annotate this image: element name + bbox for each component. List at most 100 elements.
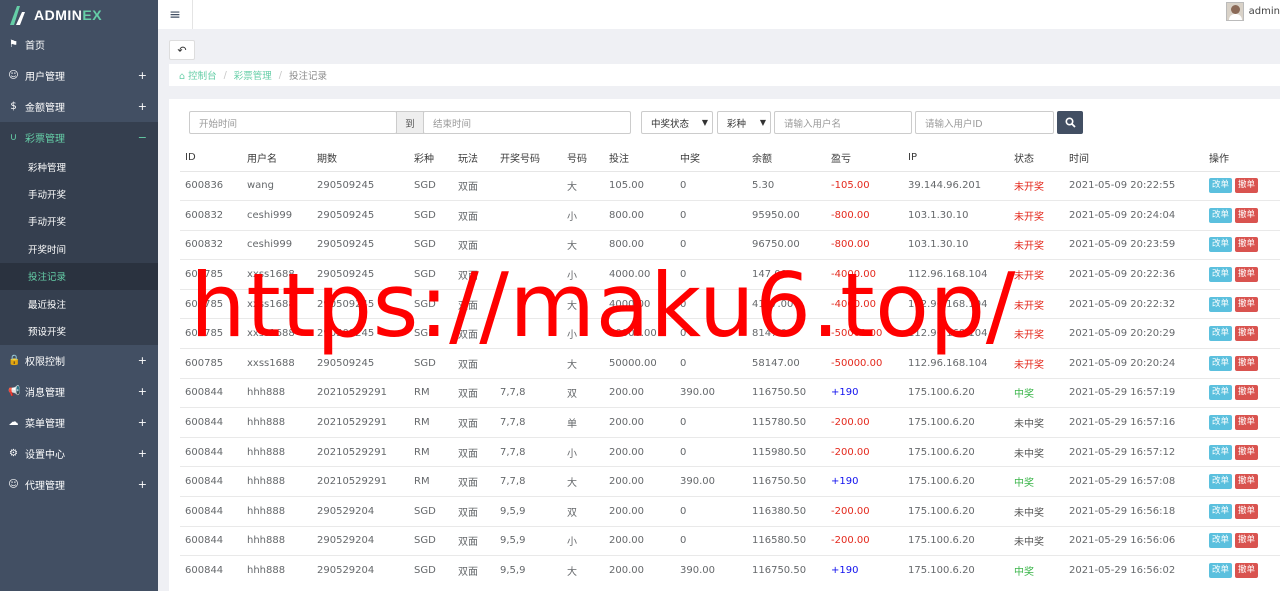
sidebar-item-4[interactable]: 🔒 权限控制 + bbox=[0, 345, 158, 376]
cancel-order-button[interactable]: 撤单 bbox=[1235, 267, 1259, 283]
column-header: 号码 bbox=[562, 144, 604, 172]
back-arrow-icon: ↶ bbox=[177, 43, 187, 57]
edit-order-button[interactable]: 改单 bbox=[1209, 444, 1233, 460]
bet-time-cell: 2021-05-09 20:20:29 bbox=[1064, 318, 1204, 349]
sidebar-item-2[interactable]: $ 金额管理 + bbox=[0, 91, 158, 122]
submenu-item[interactable]: 手动开奖 bbox=[0, 208, 158, 235]
edit-order-button[interactable]: 改单 bbox=[1209, 415, 1233, 431]
win-amount-cell: 390.00 bbox=[675, 466, 747, 497]
table-row: 600844 hhh888 20210529291 RM 双面 7,7,8 大 200.00 3… bbox=[180, 466, 1280, 497]
bet-id-cell: 600844 bbox=[180, 555, 242, 586]
menu-toggle-button[interactable]: ≡ bbox=[158, 0, 193, 29]
edit-order-button[interactable]: 改单 bbox=[1209, 355, 1233, 371]
sidebar-item-3[interactable]: ∪ 彩票管理 − bbox=[0, 122, 158, 153]
cancel-order-button[interactable]: 撤单 bbox=[1235, 207, 1259, 223]
profit-loss-cell: +190 bbox=[826, 466, 903, 497]
smile-icon: ☺ bbox=[8, 478, 19, 490]
sidebar-item-label: 彩票管理 bbox=[25, 134, 65, 145]
cancel-order-button[interactable]: 撤单 bbox=[1235, 237, 1259, 253]
sidebar-item-5[interactable]: 📢 消息管理 + bbox=[0, 376, 158, 407]
userid-search-input[interactable]: 请输入用户ID bbox=[915, 111, 1054, 134]
profit-loss-cell: -200.00 bbox=[826, 436, 903, 467]
bet-time-cell: 2021-05-09 20:22:32 bbox=[1064, 288, 1204, 319]
edit-order-button[interactable]: 改单 bbox=[1209, 563, 1233, 579]
status-cell: 中奖 bbox=[1009, 555, 1064, 586]
submenu-item[interactable]: 预设开奖 bbox=[0, 317, 158, 344]
draw-number-cell: 7,7,8 bbox=[495, 436, 562, 467]
actions-cell: 改单 撤单 bbox=[1204, 288, 1280, 319]
edit-order-button[interactable]: 改单 bbox=[1209, 385, 1233, 401]
cancel-order-button[interactable]: 撤单 bbox=[1235, 444, 1259, 460]
sidebar-item-label: 金额管理 bbox=[25, 103, 65, 114]
user-menu[interactable]: admin bbox=[1225, 2, 1280, 21]
username-search-input[interactable]: 请输入用户名 bbox=[774, 111, 912, 134]
lottery-type-cell: SGD bbox=[409, 555, 453, 586]
bet-id-cell: 600832 bbox=[180, 200, 242, 231]
edit-order-button[interactable]: 改单 bbox=[1209, 267, 1233, 283]
bet-time-cell: 2021-05-29 16:56:18 bbox=[1064, 496, 1204, 527]
edit-order-button[interactable]: 改单 bbox=[1209, 533, 1233, 549]
actions-cell: 改单 撤单 bbox=[1204, 229, 1280, 260]
issue-number-cell: 290529204 bbox=[312, 555, 409, 586]
edit-order-button[interactable]: 改单 bbox=[1209, 503, 1233, 519]
bet-id-cell: 600844 bbox=[180, 496, 242, 527]
brand-logo[interactable]: ADMINEX bbox=[0, 0, 158, 29]
column-header: 期数 bbox=[312, 144, 409, 172]
actions-cell: 改单 撤单 bbox=[1204, 555, 1280, 586]
actions-cell: 改单 撤单 bbox=[1204, 377, 1280, 408]
status-cell: 中奖 bbox=[1009, 377, 1064, 408]
breadcrumb-parent[interactable]: 彩票管理 bbox=[234, 68, 272, 82]
table-row: 600844 hhh888 20210529291 RM 双面 7,7,8 小 200.00 0… bbox=[180, 436, 1280, 467]
edit-order-button[interactable]: 改单 bbox=[1209, 237, 1233, 253]
submenu-item[interactable]: 投注记录 bbox=[0, 262, 158, 290]
edit-order-button[interactable]: 改单 bbox=[1209, 474, 1233, 490]
lottery-type-cell: RM bbox=[409, 407, 453, 438]
sidebar-item-1[interactable]: ☺ 用户管理 + bbox=[0, 60, 158, 91]
cancel-order-button[interactable]: 撤单 bbox=[1235, 326, 1259, 342]
play-type-cell: 双面 bbox=[453, 377, 495, 408]
back-button[interactable]: ↶ bbox=[169, 40, 195, 60]
cancel-order-button[interactable]: 撤单 bbox=[1235, 474, 1259, 490]
submenu-item[interactable]: 最近投注 bbox=[0, 290, 158, 317]
username-cell: ceshi999 bbox=[242, 200, 312, 231]
edit-order-button[interactable]: 改单 bbox=[1209, 207, 1233, 223]
lottery-type-cell: SGD bbox=[409, 496, 453, 527]
end-time-input[interactable]: 结束时间 bbox=[423, 111, 631, 134]
cancel-order-button[interactable]: 撤单 bbox=[1235, 296, 1259, 312]
lottery-type-select[interactable]: 彩种 ▼ bbox=[717, 111, 771, 134]
edit-order-button[interactable]: 改单 bbox=[1209, 326, 1233, 342]
logo-icon bbox=[8, 4, 30, 26]
sidebar-item-0[interactable]: ⚑ 首页 bbox=[0, 29, 158, 60]
cancel-order-button[interactable]: 撤单 bbox=[1235, 385, 1259, 401]
profit-loss-cell: -105.00 bbox=[826, 170, 903, 201]
sidebar-item-6[interactable]: ☁ 菜单管理 + bbox=[0, 407, 158, 438]
sidebar-item-label: 消息管理 bbox=[25, 387, 65, 399]
cancel-order-button[interactable]: 撤单 bbox=[1235, 563, 1259, 579]
cancel-order-button[interactable]: 撤单 bbox=[1235, 415, 1259, 431]
win-amount-cell: 0 bbox=[675, 170, 747, 201]
bet-time-cell: 2021-05-29 16:57:08 bbox=[1064, 466, 1204, 497]
start-time-input[interactable]: 开始时间 bbox=[189, 111, 397, 134]
search-button[interactable] bbox=[1057, 111, 1083, 134]
sidebar-item-7[interactable]: ⚙ 设置中心 + bbox=[0, 438, 158, 469]
cancel-order-button[interactable]: 撤单 bbox=[1235, 533, 1259, 549]
bet-amount-cell: 200.00 bbox=[604, 496, 675, 527]
submenu-item[interactable]: 手动开奖 bbox=[0, 180, 158, 207]
draw-number-cell bbox=[495, 200, 562, 231]
submenu-item[interactable]: 开奖时间 bbox=[0, 235, 158, 262]
column-header: 投注 bbox=[604, 144, 675, 172]
submenu-item[interactable]: 彩种管理 bbox=[0, 153, 158, 180]
win-amount-cell: 0 bbox=[675, 436, 747, 467]
cancel-order-button[interactable]: 撤单 bbox=[1235, 178, 1259, 194]
win-amount-cell: 0 bbox=[675, 200, 747, 231]
breadcrumb-home[interactable]: ⌂ 控制台 bbox=[179, 68, 217, 82]
sidebar-item-8[interactable]: ☺ 代理管理 + bbox=[0, 469, 158, 500]
cancel-order-button[interactable]: 撤单 bbox=[1235, 355, 1259, 371]
bet-number-cell: 小 bbox=[562, 200, 604, 231]
edit-order-button[interactable]: 改单 bbox=[1209, 178, 1233, 194]
win-status-select[interactable]: 中奖状态 ▼ bbox=[641, 111, 713, 134]
draw-number-cell: 7,7,8 bbox=[495, 377, 562, 408]
cancel-order-button[interactable]: 撤单 bbox=[1235, 503, 1259, 519]
edit-order-button[interactable]: 改单 bbox=[1209, 296, 1233, 312]
ip-address-cell: 175.100.6.20 bbox=[903, 407, 1009, 438]
